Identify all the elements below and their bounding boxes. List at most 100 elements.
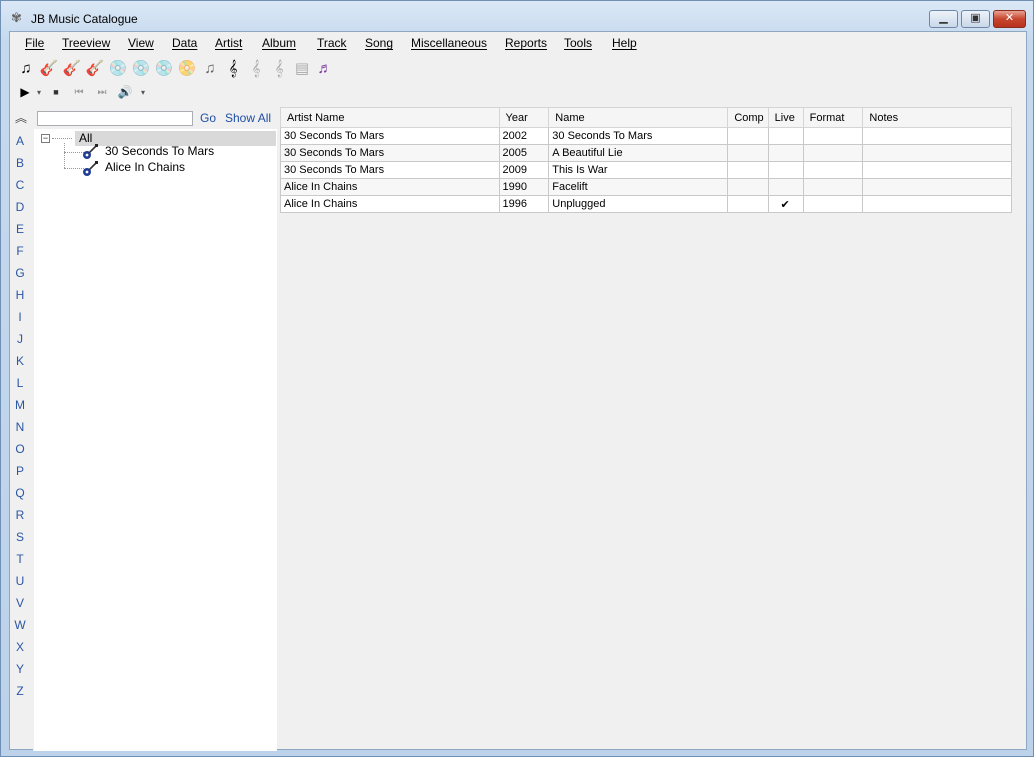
tree-expander-icon[interactable]: − [41, 134, 50, 143]
alpha-letter-a[interactable]: A [10, 134, 30, 148]
cell-year[interactable]: 2002 [498, 127, 550, 145]
edit-song-icon[interactable]: 𝄞 [246, 57, 266, 79]
cell-comp[interactable] [727, 144, 769, 162]
menu-data[interactable]: Data [172, 36, 197, 50]
cell-year[interactable]: 1996 [498, 195, 550, 213]
menu-reports[interactable]: Reports [505, 36, 547, 50]
column-header-name[interactable]: Name [548, 107, 729, 128]
add-song-icon[interactable]: 𝄞 [223, 57, 243, 79]
table-row[interactable]: Alice In Chains 1996 Unplugged ✔ [280, 195, 1012, 213]
cell-format[interactable] [802, 178, 864, 196]
cell-notes[interactable] [862, 127, 1012, 145]
alpha-letter-b[interactable]: B [10, 156, 30, 170]
cell-year[interactable]: 2005 [498, 144, 550, 162]
alpha-letter-n[interactable]: N [10, 420, 30, 434]
delete-song-icon[interactable]: 𝄞 [269, 57, 289, 79]
cell-name[interactable]: This Is War [548, 161, 729, 179]
alpha-letter-t[interactable]: T [10, 552, 30, 566]
cell-format[interactable] [802, 161, 864, 179]
column-header-artist-name[interactable]: Artist Name [280, 107, 500, 128]
show-all-link[interactable]: Show All [225, 111, 271, 125]
alpha-letter-d[interactable]: D [10, 200, 30, 214]
cell-notes[interactable] [862, 178, 1012, 196]
minimize-button[interactable]: ▁ [929, 10, 958, 28]
menu-file[interactable]: File [25, 36, 44, 50]
cell-comp[interactable] [727, 127, 769, 145]
cell-comp[interactable] [727, 161, 769, 179]
table-row[interactable]: Alice In Chains 1990 Facelift [280, 178, 1012, 196]
alpha-letter-p[interactable]: P [10, 464, 30, 478]
cell-artist[interactable]: Alice In Chains [280, 178, 500, 196]
title-bar[interactable]: ✾ JB Music Catalogue ▁ ▣ ✕ [1, 1, 1033, 31]
alpha-letter-h[interactable]: H [10, 288, 30, 302]
next-track-icon[interactable]: ⏭ [93, 82, 111, 102]
track-note-icon[interactable]: ♫ [200, 57, 220, 79]
add-album-icon[interactable]: 💿 [108, 57, 128, 79]
alpha-letter-y[interactable]: Y [10, 662, 30, 676]
cell-live[interactable] [767, 161, 804, 179]
menu-tools[interactable]: Tools [564, 36, 592, 50]
column-header-live[interactable]: Live [767, 107, 804, 128]
cell-live[interactable] [767, 127, 804, 145]
table-row[interactable]: 30 Seconds To Mars 2002 30 Seconds To Ma… [280, 127, 1012, 145]
cell-name[interactable]: 30 Seconds To Mars [548, 127, 729, 145]
tree-node-artist[interactable]: 30 Seconds To Mars [105, 144, 214, 158]
cell-artist[interactable]: Alice In Chains [280, 195, 500, 213]
alpha-letter-o[interactable]: O [10, 442, 30, 456]
alpha-letter-f[interactable]: F [10, 244, 30, 258]
cell-format[interactable] [802, 195, 864, 213]
album-list-icon[interactable]: 📀 [177, 57, 197, 79]
cell-year[interactable]: 2009 [498, 161, 550, 179]
menu-song[interactable]: Song [365, 36, 393, 50]
cell-format[interactable] [802, 127, 864, 145]
alpha-letter-c[interactable]: C [10, 178, 30, 192]
delete-artist-guitar-icon[interactable]: 🎸 [62, 57, 82, 79]
menu-album[interactable]: Album [262, 36, 296, 50]
cell-comp[interactable] [727, 195, 769, 213]
table-row[interactable]: 30 Seconds To Mars 2009 This Is War [280, 161, 1012, 179]
alpha-letter-j[interactable]: J [10, 332, 30, 346]
menu-artist[interactable]: Artist [215, 36, 242, 50]
close-button[interactable]: ✕ [993, 10, 1026, 28]
alpha-letter-k[interactable]: K [10, 354, 30, 368]
column-header-notes[interactable]: Notes [862, 107, 1012, 128]
tree-node-artist[interactable]: Alice In Chains [105, 160, 185, 174]
menu-miscellaneous[interactable]: Miscellaneous [411, 36, 487, 50]
previous-track-icon[interactable]: ⏮ [70, 82, 88, 102]
alpha-letter-w[interactable]: W [10, 618, 30, 632]
stop-icon[interactable]: ■ [49, 82, 63, 102]
delete-album-icon[interactable]: 💿 [154, 57, 174, 79]
cell-name[interactable]: Unplugged [548, 195, 729, 213]
cell-artist[interactable]: 30 Seconds To Mars [280, 144, 500, 162]
menu-track[interactable]: Track [317, 36, 347, 50]
song-notes-icon[interactable]: ▤ [292, 57, 312, 79]
go-link[interactable]: Go [200, 111, 216, 125]
column-header-year[interactable]: Year [498, 107, 550, 128]
cell-format[interactable] [802, 144, 864, 162]
play-dropdown-icon[interactable]: ▾ [34, 82, 44, 102]
cell-artist[interactable]: 30 Seconds To Mars [280, 161, 500, 179]
alpha-letter-g[interactable]: G [10, 266, 30, 280]
song-list-icon[interactable]: ♬ [315, 57, 335, 79]
alpha-letter-z[interactable]: Z [10, 684, 30, 698]
alpha-letter-m[interactable]: M [10, 398, 30, 412]
alpha-letter-r[interactable]: R [10, 508, 30, 522]
menu-view[interactable]: View [128, 36, 154, 50]
cell-artist[interactable]: 30 Seconds To Mars [280, 127, 500, 145]
add-artist-icon[interactable]: ♫ [16, 57, 36, 79]
alpha-letter-u[interactable]: U [10, 574, 30, 588]
cell-notes[interactable] [862, 161, 1012, 179]
cell-notes[interactable] [862, 195, 1012, 213]
edit-artist-guitar-icon[interactable]: 🎸 [39, 57, 59, 79]
volume-dropdown-icon[interactable]: ▾ [138, 82, 148, 102]
cell-live[interactable] [767, 144, 804, 162]
menu-help[interactable]: Help [612, 36, 637, 50]
collapse-panel-icon[interactable]: ︽ [15, 109, 27, 126]
cell-name[interactable]: A Beautiful Lie [548, 144, 729, 162]
table-row[interactable]: 30 Seconds To Mars 2005 A Beautiful Lie [280, 144, 1012, 162]
column-header-comp[interactable]: Comp [727, 107, 769, 128]
edit-album-icon[interactable]: 💿 [131, 57, 151, 79]
cell-comp[interactable] [727, 178, 769, 196]
alpha-letter-s[interactable]: S [10, 530, 30, 544]
alpha-letter-q[interactable]: Q [10, 486, 30, 500]
